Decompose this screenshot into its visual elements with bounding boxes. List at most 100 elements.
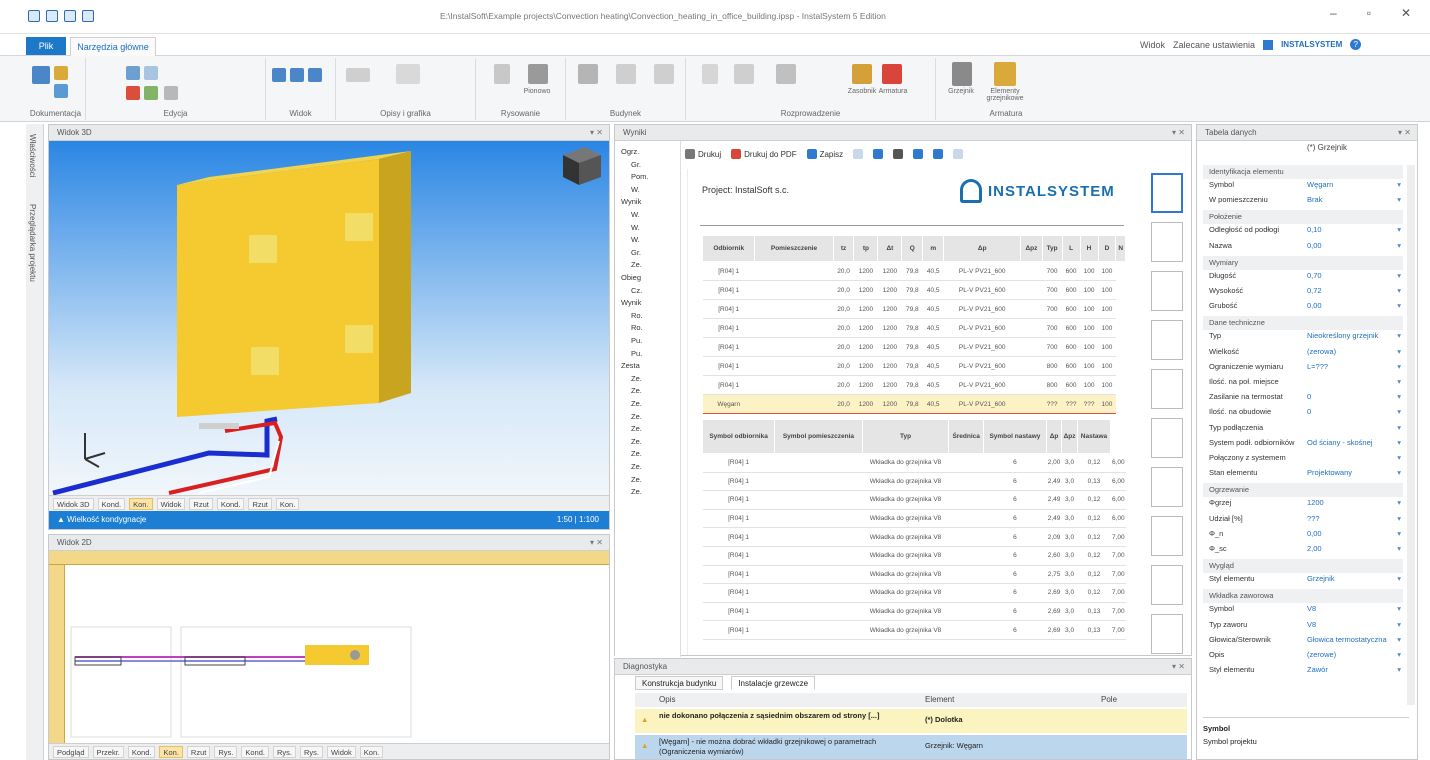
panel-close-icon[interactable]: ▾ ✕ [590,535,603,551]
property-category[interactable]: Ogrzewanie [1203,483,1403,498]
tree-item[interactable]: Ze. [631,386,642,395]
project-browser-side-tab[interactable]: Przeglądarka projektu [28,204,37,282]
property-row[interactable]: Typ podłączenia ▾ [1203,423,1403,438]
table-row[interactable]: Węgarn 20,0 1200 1200 79,8 40,5 PL-V PV21_600?… [702,394,1126,414]
page-thumbnail[interactable] [1151,173,1183,213]
property-value[interactable]: V8 [1307,620,1316,629]
property-row[interactable]: Głowica/Sterownik Głowica termostatyczna ▾ [1203,635,1403,650]
tree-item[interactable]: Ogrz. [621,147,639,156]
dropdown-icon[interactable]: ▾ [1397,665,1401,674]
dropdown-icon[interactable]: ▾ [1397,271,1401,280]
property-row[interactable]: Styl elementu Zawór ▾ [1203,665,1403,680]
diagnostic-row[interactable]: ▲ [Węgarn] - nie można dobrać wkładki gr… [635,735,1187,759]
dropdown-icon[interactable]: ▾ [1397,331,1401,340]
property-row[interactable]: Φgrzej 1200 ▾ [1203,498,1403,513]
tree-item[interactable]: W. [631,185,640,194]
view-tab[interactable]: Widok [156,497,186,510]
undo-icon[interactable] [64,10,76,22]
panel-close-icon[interactable]: ▾ ✕ [1172,125,1185,141]
property-value[interactable]: V8 [1307,604,1316,613]
pipe-icon[interactable] [702,64,718,84]
dropdown-icon[interactable]: ▾ [1397,650,1401,659]
view-tab[interactable]: Kon. [275,497,300,510]
property-row[interactable]: Ograniczenie wymiaru L=??? ▾ [1203,362,1403,377]
property-value[interactable]: Projektowany [1307,468,1352,477]
page-thumbnail[interactable] [1151,614,1183,654]
view-tab[interactable]: Kond. [216,497,245,510]
table-row[interactable]: [R04] 1 Wkładka do grzejnika V8 6 2,60 3,0 0,… [702,546,1126,566]
view-tab[interactable]: Kon. [359,745,384,758]
folder-icon[interactable] [54,66,68,80]
tree-item[interactable]: Ze. [631,475,642,484]
tree-item[interactable]: Ze. [631,399,642,408]
property-row[interactable]: Nazwa 0,00 ▾ [1203,241,1403,256]
recommended-settings-menu[interactable]: Zalecane ustawienia [1173,40,1255,50]
view-tab[interactable]: Rys. [214,745,238,758]
property-row[interactable]: W pomieszczeniu Brak ▾ [1203,195,1403,210]
heating-element-icon[interactable] [994,62,1016,86]
property-category[interactable]: Identyfikacja elementu [1203,165,1403,179]
dropdown-icon[interactable]: ▾ [1397,468,1401,477]
table-row[interactable]: [R04] 1 Wkładka do grzejnika V8 6 2,00 3,0 0,… [702,453,1126,473]
scrollbar[interactable] [1407,165,1415,705]
table-icon[interactable] [734,64,754,84]
property-value[interactable]: 0,72 [1307,286,1322,295]
settings-icon[interactable] [953,149,964,159]
view-tab[interactable]: Kond. [97,497,126,510]
property-row[interactable]: Φ_sc 2,00 ▾ [1203,544,1403,559]
window-element-icon[interactable] [616,64,636,84]
tree-item[interactable]: Wynik [621,197,641,206]
maximize-button[interactable]: ▫ [1367,6,1371,20]
page-thumbnail[interactable] [1151,467,1183,507]
tree-item[interactable]: W. [631,223,640,232]
diagnostic-row[interactable]: ▲ nie dokonano połączenia z sąsiednim ob… [635,709,1187,733]
table-row[interactable]: [R04] 1 Wkładka do grzejnika V8 6 2,69 3,0 0,… [702,602,1126,622]
property-value[interactable]: 0 [1307,407,1311,416]
property-value[interactable]: (zerowa) [1307,347,1336,356]
tree-item[interactable]: W. [631,210,640,219]
view-tab-active[interactable]: Kon. [129,497,153,510]
valve-symbol[interactable] [350,650,360,660]
rotate-icon[interactable] [164,86,178,100]
property-row[interactable]: Symbol V8 ▾ [1203,604,1403,619]
view-tab[interactable]: Przekr. [92,745,124,758]
table-row[interactable]: [R04] 1 Wkładka do grzejnika V8 6 2,69 3,0 0,… [702,620,1126,640]
dropdown-icon[interactable]: ▾ [1397,195,1401,204]
tree-item[interactable]: Ze. [631,374,642,383]
property-value[interactable]: 0,00 [1307,301,1322,310]
property-category[interactable]: Wygląd [1203,559,1403,574]
zoom-in-icon[interactable] [272,68,286,82]
property-row[interactable]: Φ_n 0,00 ▾ [1203,529,1403,544]
dropdown-icon[interactable]: ▾ [1397,423,1401,432]
page-thumbnail[interactable] [1151,369,1183,409]
tree-item[interactable]: Gr. [631,248,641,257]
dropdown-icon[interactable]: ▾ [1397,620,1401,629]
dropdown-icon[interactable]: ▾ [1397,377,1401,386]
grid-icon[interactable] [528,64,548,84]
door-icon[interactable] [654,64,674,84]
dropdown-icon[interactable]: ▾ [1397,347,1401,356]
tank-icon[interactable] [852,64,872,84]
tab-file[interactable]: Plik [26,37,66,55]
dropdown-icon[interactable]: ▾ [1397,635,1401,644]
tree-item[interactable]: Gr. [631,160,641,169]
tree-item[interactable]: Ze. [631,487,642,496]
table-row[interactable]: [R04] 1 20,0 1200 1200 79,8 40,5 PL-V PV21_600… [702,299,1126,319]
zoom-icon[interactable] [933,149,944,159]
table-row[interactable]: [R04] 1 Wkładka do grzejnika V8 6 2,49 3,0 0,… [702,509,1126,529]
page-thumbnail[interactable] [1151,320,1183,360]
properties-side-tab[interactable]: Właściwości [28,134,37,178]
close-button[interactable]: ✕ [1401,6,1411,20]
view-menu[interactable]: Widok [1140,40,1165,50]
screen-icon[interactable] [776,64,796,84]
property-row[interactable]: Typ Nieokreślony grzejnik ▾ [1203,331,1403,346]
tree-item[interactable]: Ro. [631,311,643,320]
view-tab[interactable]: Kond. [127,745,156,758]
property-value[interactable]: Brak [1307,195,1322,204]
valve-element[interactable] [199,423,239,429]
property-row[interactable]: Grubość 0,00 ▾ [1203,301,1403,316]
property-row[interactable]: Zasilanie na termostat 0 ▾ [1203,392,1403,407]
dropdown-icon[interactable]: ▾ [1397,407,1401,416]
dimension-icon[interactable] [396,64,420,84]
tree-item[interactable]: Ze. [631,449,642,458]
